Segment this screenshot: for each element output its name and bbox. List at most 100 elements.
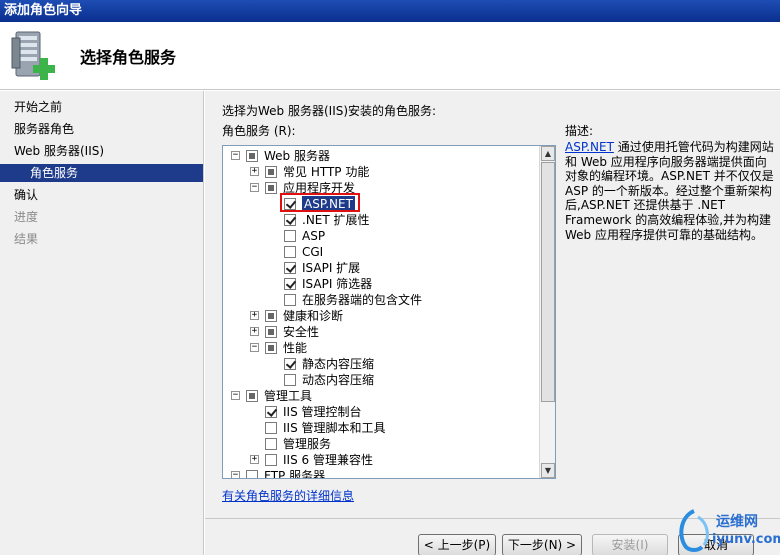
tree-item[interactable]: CGI xyxy=(223,244,539,260)
tree-item-label: 安全性 xyxy=(283,325,320,339)
tree-item-checkbox[interactable] xyxy=(265,342,277,354)
nav-item-server-roles[interactable]: 服务器角色 xyxy=(14,120,74,138)
annotation-highlight-box xyxy=(280,193,360,212)
tree-item[interactable]: 动态内容压缩 xyxy=(223,372,539,388)
expand-icon[interactable]: + xyxy=(250,167,259,176)
tree-item[interactable]: 在服务器端的包含文件 xyxy=(223,292,539,308)
watermark-logo-icon xyxy=(679,509,709,552)
tree-item[interactable]: .NET 扩展性 xyxy=(223,212,539,228)
tree-item[interactable]: + IIS 6 管理兼容性 xyxy=(223,452,539,468)
tree-item-checkbox[interactable] xyxy=(265,182,277,194)
instruction-text: 选择为Web 服务器(IIS)安装的角色服务: xyxy=(222,104,437,118)
tree-item-checkbox[interactable] xyxy=(265,326,277,338)
tree-item-checkbox[interactable] xyxy=(284,214,296,226)
tree-item[interactable]: IIS 管理脚本和工具 xyxy=(223,420,539,436)
next-button[interactable]: 下一步(N) > xyxy=(502,534,582,555)
nav-item-results: 结果 xyxy=(14,232,39,246)
tree-item-checkbox[interactable] xyxy=(246,150,258,162)
tree-item[interactable]: − 应用程序开发 xyxy=(223,180,539,196)
tree-item-label: Web 服务器 xyxy=(264,149,330,163)
tree-item[interactable]: ISAPI 筛选器 xyxy=(223,276,539,292)
tree-item-label: ISAPI 筛选器 xyxy=(302,277,373,291)
tree-item-label: IIS 管理控制台 xyxy=(283,405,362,419)
nav-item-web-server-iis[interactable]: Web 服务器(IIS) xyxy=(14,142,104,160)
collapse-icon[interactable]: − xyxy=(250,183,259,192)
tree-item-label: 静态内容压缩 xyxy=(302,357,375,371)
tree-item-checkbox[interactable] xyxy=(284,294,296,306)
tree-scrollbar[interactable]: ▲ ▼ xyxy=(539,146,555,478)
tree-item[interactable]: 静态内容压缩 xyxy=(223,356,539,372)
tree-item[interactable]: + 健康和诊断 xyxy=(223,308,539,324)
collapse-icon[interactable]: − xyxy=(250,343,259,352)
tree-item-checkbox[interactable] xyxy=(284,230,296,242)
window-title: 添加角色向导 xyxy=(4,3,83,18)
description-body: 通过使用托管代码为构建网站和 Web 应用程序向服务器端提供面向对象的编程环境。… xyxy=(565,140,774,242)
tree-item-label: ASP xyxy=(302,229,326,243)
description-link-aspnet[interactable]: ASP.NET xyxy=(565,140,614,154)
expand-icon[interactable]: + xyxy=(250,455,259,464)
expand-icon[interactable]: + xyxy=(250,327,259,336)
tree-item-checkbox[interactable] xyxy=(284,262,296,274)
tree-item-label: 管理服务 xyxy=(283,437,332,451)
watermark-domain: iyunv.com xyxy=(712,532,780,547)
tree-item[interactable]: ASP xyxy=(223,228,539,244)
wizard-nav: 开始之前 服务器角色 Web 服务器(IIS) 角色服务 确认 进度 结果 xyxy=(0,91,204,555)
tree-item-label: 常见 HTTP 功能 xyxy=(283,165,370,179)
tree-item[interactable]: − Web 服务器 xyxy=(223,148,539,164)
description-label: 描述: xyxy=(565,124,594,138)
tree-item-label: IIS 6 管理兼容性 xyxy=(283,453,373,467)
previous-button[interactable]: < 上一步(P) xyxy=(418,534,496,555)
tree-item[interactable]: + 安全性 xyxy=(223,324,539,340)
watermark-brand: 运维网 xyxy=(716,514,758,530)
expand-icon[interactable]: + xyxy=(250,311,259,320)
more-info-link[interactable]: 有关角色服务的详细信息 xyxy=(222,487,354,504)
tree-item[interactable]: − 性能 xyxy=(223,340,539,356)
scroll-down-arrow-icon[interactable]: ▼ xyxy=(541,463,555,478)
collapse-icon[interactable]: − xyxy=(231,391,240,400)
tree-item-checkbox[interactable] xyxy=(265,310,277,322)
page-title: 选择角色服务 xyxy=(80,48,177,67)
tree-item[interactable]: 管理服务 xyxy=(223,436,539,452)
tree-item-checkbox[interactable] xyxy=(265,438,277,450)
tree-item-label: 健康和诊断 xyxy=(283,309,344,323)
tree-item-checkbox[interactable] xyxy=(265,454,277,466)
description-text: ASP.NET 通过使用托管代码为构建网站和 Web 应用程序向服务器端提供面向… xyxy=(565,140,775,242)
nav-item-progress: 进度 xyxy=(14,210,39,224)
tree-item-checkbox[interactable] xyxy=(246,390,258,402)
tree-item-label: ISAPI 扩展 xyxy=(302,261,361,275)
tree-item[interactable]: ISAPI 扩展 xyxy=(223,260,539,276)
collapse-icon[interactable]: − xyxy=(231,471,240,478)
role-services-label: 角色服务 (R): xyxy=(222,124,296,138)
tree-item-checkbox[interactable] xyxy=(284,358,296,370)
scroll-up-arrow-icon[interactable]: ▲ xyxy=(541,146,555,161)
tree-item-checkbox[interactable] xyxy=(265,406,277,418)
tree-item-checkbox[interactable] xyxy=(284,246,296,258)
tree-item-label: 在服务器端的包含文件 xyxy=(302,293,423,307)
wizard-header: 选择角色服务 xyxy=(0,22,780,90)
tree-item-checkbox[interactable] xyxy=(265,166,277,178)
nav-item-before-you-begin[interactable]: 开始之前 xyxy=(14,98,62,116)
tree-item-label: 管理工具 xyxy=(264,389,313,403)
tree-item[interactable]: + 常见 HTTP 功能 xyxy=(223,164,539,180)
tree-item[interactable]: ASP.NET xyxy=(223,196,539,212)
tree-item-label: .NET 扩展性 xyxy=(302,213,370,227)
tree-item[interactable]: − FTP 服务器 xyxy=(223,468,539,478)
tree-content: − Web 服务器 + 常见 HTTP 功能 − 应用程序开发 ASP.NET .NET 扩展… xyxy=(223,146,539,478)
nav-item-confirmation[interactable]: 确认 xyxy=(14,186,38,204)
tree-item-label: IIS 管理脚本和工具 xyxy=(283,421,386,435)
role-services-tree[interactable]: − Web 服务器 + 常见 HTTP 功能 − 应用程序开发 ASP.NET .NET 扩展… xyxy=(222,145,556,479)
tree-item-label: 性能 xyxy=(283,341,308,355)
tree-item-checkbox[interactable] xyxy=(284,374,296,386)
tree-item-label: CGI xyxy=(302,245,324,259)
tree-item[interactable]: − 管理工具 xyxy=(223,388,539,404)
nav-item-role-services[interactable]: 角色服务 xyxy=(0,164,203,182)
window-titlebar: 添加角色向导 xyxy=(0,0,780,22)
tree-item[interactable]: IIS 管理控制台 xyxy=(223,404,539,420)
tree-item-checkbox[interactable] xyxy=(246,470,258,478)
collapse-icon[interactable]: − xyxy=(231,151,240,160)
tree-item-checkbox[interactable] xyxy=(284,278,296,290)
scroll-thumb[interactable] xyxy=(541,162,555,402)
tree-item-checkbox[interactable] xyxy=(265,422,277,434)
install-button: 安装(I) xyxy=(592,534,668,555)
tree-item-label: 动态内容压缩 xyxy=(302,373,375,387)
